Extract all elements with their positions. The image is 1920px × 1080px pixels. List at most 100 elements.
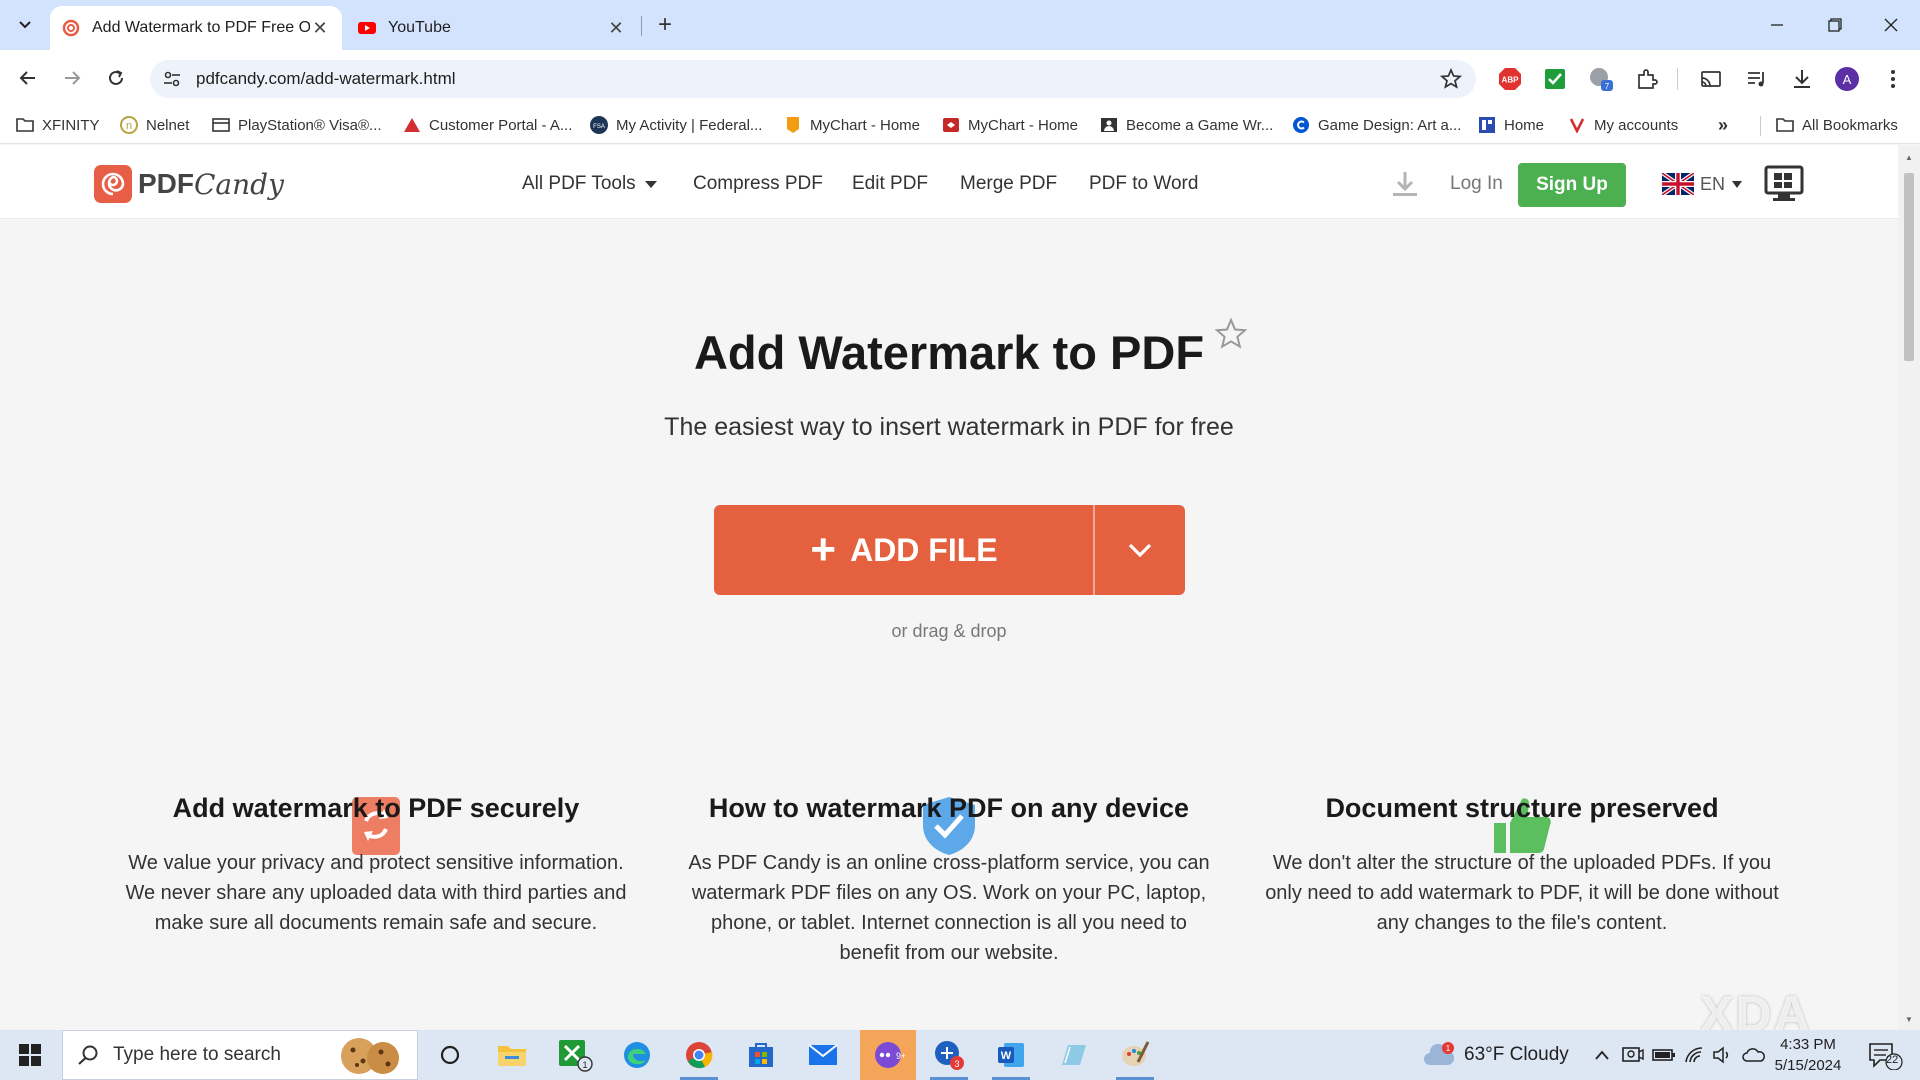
tab-search-button[interactable]	[10, 10, 40, 40]
volume-icon[interactable]	[1712, 1030, 1734, 1080]
clock-date: 5/15/2024	[1774, 1057, 1842, 1074]
svg-text:9+: 9+	[896, 1051, 905, 1061]
extensions-puzzle-icon[interactable]	[1634, 66, 1660, 92]
battery-icon[interactable]	[1652, 1030, 1676, 1080]
scrollbar-thumb[interactable]	[1904, 173, 1914, 361]
bookmark-my-accounts[interactable]: My accounts	[1568, 115, 1678, 135]
word-taskbar[interactable]: W	[986, 1030, 1036, 1080]
back-button[interactable]	[12, 62, 44, 94]
bookmark-star-icon[interactable]	[1440, 68, 1462, 90]
nav-pdf-to-word[interactable]: PDF to Word	[1089, 173, 1198, 195]
chat-app-taskbar[interactable]: 9+	[860, 1030, 916, 1080]
nav-compress-pdf[interactable]: Compress PDF	[693, 173, 823, 195]
feature-title: Add watermark to PDF securely	[172, 793, 580, 823]
notification-center-button[interactable]: 22	[1868, 1030, 1904, 1080]
bookmark-label: My Activity | Federal...	[616, 116, 763, 134]
taskbar-clock[interactable]: 4:33 PM 5/15/2024	[1760, 1034, 1856, 1076]
add-file-button[interactable]: + ADD FILE	[714, 505, 1094, 595]
bookmark-mychart-1[interactable]: MyChart - Home	[784, 115, 920, 135]
tab-title: Add Watermark to PDF Free On	[92, 19, 310, 36]
add-file-source-dropdown[interactable]	[1095, 505, 1185, 595]
tab-separator	[641, 16, 642, 36]
meet-now-icon[interactable]	[1622, 1030, 1644, 1080]
download-tray-icon[interactable]	[1390, 169, 1420, 199]
address-bar[interactable]: pdfcandy.com/add-watermark.html	[150, 60, 1476, 98]
forward-button[interactable]	[56, 62, 88, 94]
bookmark-game-writer[interactable]: Become a Game Wr...	[1100, 115, 1273, 135]
logo-candy-text: Candy	[194, 167, 284, 201]
edge-icon	[624, 1042, 650, 1068]
back-arrow-icon	[19, 71, 35, 85]
reload-button[interactable]	[100, 62, 132, 94]
page-scrollbar[interactable]: ▲ ▼	[1898, 145, 1920, 1030]
paint-taskbar[interactable]	[1110, 1030, 1160, 1080]
svg-text:n: n	[126, 120, 132, 132]
close-tab-icon[interactable]: ✕	[606, 18, 626, 39]
news-badge-icon: 3	[935, 1041, 964, 1070]
start-button[interactable]	[5, 1030, 55, 1080]
tray-overflow-chevron-icon[interactable]	[1594, 1030, 1610, 1080]
bookmark-playstation-visa[interactable]: PlayStation® Visa®...	[212, 115, 382, 135]
profile-avatar[interactable]: A	[1834, 66, 1860, 92]
weather-widget[interactable]: 1 63°F Cloudy	[1422, 1030, 1569, 1080]
adblock-extension-icon[interactable]: ABP	[1497, 66, 1523, 92]
edge-taskbar[interactable]	[612, 1030, 662, 1080]
close-window-button[interactable]	[1862, 0, 1920, 50]
minimize-button[interactable]	[1748, 0, 1806, 50]
mail-taskbar[interactable]	[798, 1030, 848, 1080]
news-app-taskbar[interactable]: 3	[924, 1030, 974, 1080]
bookmark-game-design[interactable]: Game Design: Art a...	[1292, 115, 1461, 135]
close-tab-icon[interactable]: ✕	[310, 18, 330, 39]
cloud-icon: 1	[1424, 1042, 1455, 1065]
bookmark-nelnet[interactable]: n Nelnet	[120, 115, 189, 135]
login-link[interactable]: Log In	[1450, 173, 1503, 195]
svg-text:7: 7	[1605, 82, 1610, 91]
bookmark-home[interactable]: Home	[1478, 115, 1544, 135]
nav-all-pdf-tools[interactable]: All PDF Tools	[522, 173, 658, 195]
checkmark-extension-icon[interactable]	[1542, 66, 1568, 92]
nav-edit-pdf[interactable]: Edit PDF	[852, 173, 928, 195]
bookmark-xfinity[interactable]: XFINITY	[16, 115, 100, 135]
cast-icon[interactable]	[1698, 66, 1724, 92]
bookmarks-overflow-button[interactable]: »	[1718, 115, 1728, 135]
nav-merge-pdf[interactable]: Merge PDF	[960, 173, 1057, 195]
wifi-icon[interactable]	[1684, 1030, 1704, 1080]
tab-add-watermark[interactable]: Add Watermark to PDF Free On ✕	[50, 6, 342, 50]
notepad-taskbar[interactable]	[1048, 1030, 1098, 1080]
bookmark-my-activity[interactable]: FSA My Activity | Federal...	[590, 115, 762, 135]
svg-text:3: 3	[954, 1059, 959, 1069]
scroll-down-arrow-icon[interactable]: ▼	[1905, 1015, 1913, 1024]
microsoft-store-taskbar[interactable]	[736, 1030, 786, 1080]
chrome-taskbar[interactable]	[674, 1030, 724, 1080]
store-icon	[749, 1043, 773, 1067]
ai-extension-icon[interactable]: 7	[1588, 66, 1614, 92]
menu-kebab-icon[interactable]	[1880, 66, 1906, 92]
new-tab-button[interactable]: +	[650, 10, 680, 40]
scroll-up-arrow-icon[interactable]: ▲	[1905, 153, 1913, 162]
bookmark-mychart-2[interactable]: MyChart - Home	[942, 115, 1078, 135]
bookmark-label: PlayStation® Visa®...	[238, 116, 382, 134]
pdfcandy-logo[interactable]: PDF Candy	[94, 165, 284, 203]
xbox-taskbar[interactable]: 1	[550, 1030, 600, 1080]
file-explorer-taskbar[interactable]	[487, 1030, 537, 1080]
restore-button[interactable]	[1806, 0, 1864, 50]
favorite-star-icon[interactable]	[1214, 317, 1248, 351]
signup-button[interactable]: Sign Up	[1518, 163, 1626, 207]
taskbar-search-box[interactable]: Type here to search	[62, 1030, 418, 1080]
bookmark-label: My accounts	[1594, 116, 1679, 134]
bookmark-customer-portal[interactable]: Customer Portal - A...	[403, 115, 572, 135]
all-bookmarks-button[interactable]: All Bookmarks	[1776, 115, 1898, 135]
desktop-app-icon[interactable]	[1764, 165, 1804, 203]
media-control-icon[interactable]	[1744, 66, 1770, 92]
language-selector[interactable]: EN	[1662, 173, 1743, 195]
language-code: EN	[1700, 173, 1726, 194]
task-view-button[interactable]	[425, 1030, 475, 1080]
download-icon[interactable]	[1789, 66, 1815, 92]
tab-strip: Add Watermark to PDF Free On ✕ YouTube ✕…	[0, 0, 1920, 50]
tab-youtube[interactable]: YouTube ✕	[346, 6, 638, 50]
mychart-icon	[942, 116, 960, 134]
paint-palette-icon	[1122, 1041, 1150, 1066]
page-subtitle: The easiest way to insert watermark in P…	[664, 413, 1234, 441]
svg-text:1: 1	[1446, 1044, 1451, 1053]
feature-structure-preserved: Document structure preserved We don't al…	[1257, 793, 1787, 938]
